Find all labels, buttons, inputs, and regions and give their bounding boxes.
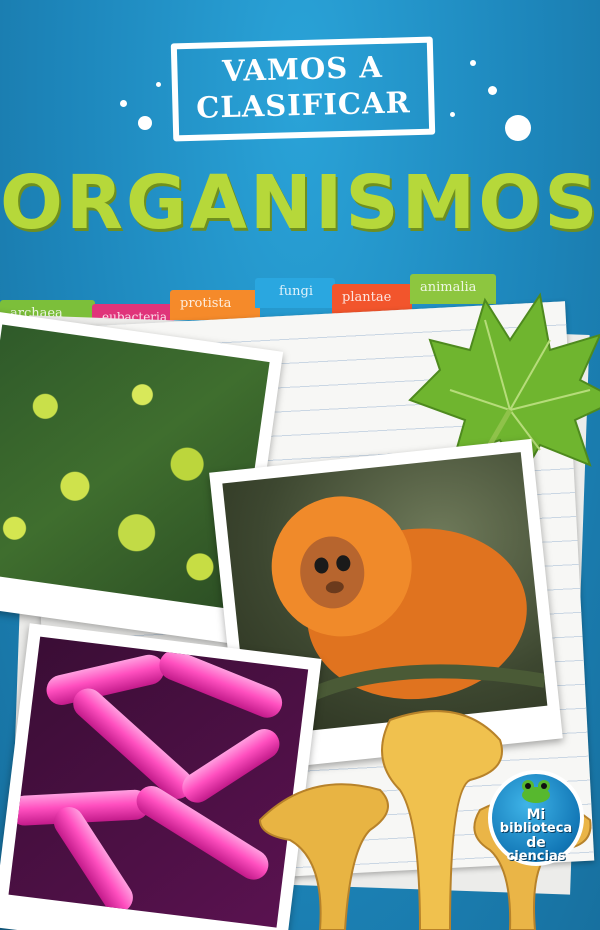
- paint-splat: [488, 86, 497, 95]
- frog-icon: [522, 780, 550, 803]
- book-cover: VAMOS A CLASIFICAR ORGANISMOS archaea eu…: [0, 0, 600, 930]
- bacteria-rod: [67, 682, 199, 806]
- book-title: ORGANISMOS: [0, 160, 600, 246]
- series-title-box: VAMOS A CLASIFICAR: [170, 36, 436, 142]
- tab-protista: protista: [170, 290, 260, 320]
- paint-splat: [156, 82, 161, 87]
- paint-splat: [470, 60, 476, 66]
- badge-text-mi: Mi: [526, 807, 546, 823]
- paint-splat: [120, 100, 127, 107]
- series-badge: Mi biblioteca de ciencias: [488, 770, 584, 866]
- paint-splat: [505, 115, 531, 141]
- series-title-line1: VAMOS A: [221, 49, 384, 89]
- badge-text-biblioteca: biblioteca: [499, 821, 573, 836]
- paint-splat: [450, 112, 455, 117]
- paint-splat: [138, 116, 152, 130]
- badge-text-ciencias: ciencias: [506, 849, 566, 864]
- badge-text-de: de: [526, 835, 546, 851]
- tab-fungi: fungi: [255, 278, 335, 308]
- series-title-line2: CLASIFICAR: [195, 85, 411, 125]
